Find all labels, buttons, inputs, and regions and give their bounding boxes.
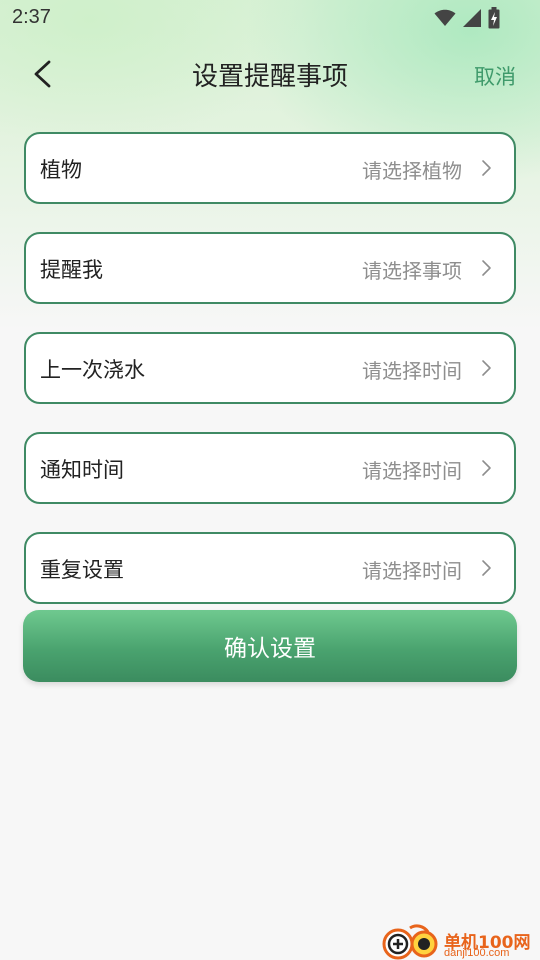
remind-me-selector[interactable]: 提醒我 请选择事项 xyxy=(24,232,516,304)
last-watering-label: 上一次浇水 xyxy=(40,358,145,382)
notify-time-value: 请选择时间 xyxy=(362,459,462,483)
last-watering-selector[interactable]: 上一次浇水 请选择时间 xyxy=(24,332,516,404)
confirm-settings-button[interactable]: 确认设置 xyxy=(23,610,517,682)
repeat-setting-label: 重复设置 xyxy=(40,558,124,582)
chevron-right-icon xyxy=(482,560,491,576)
battery-charging-icon xyxy=(488,7,500,29)
plant-value: 请选择植物 xyxy=(362,159,462,183)
last-watering-value: 请选择时间 xyxy=(362,359,462,383)
repeat-setting-selector[interactable]: 重复设置 请选择时间 xyxy=(24,532,516,604)
chevron-right-icon xyxy=(482,260,491,276)
notify-time-label: 通知时间 xyxy=(40,458,124,482)
navigation-bar: 设置提醒事项 取消 xyxy=(0,44,540,104)
notify-time-selector[interactable]: 通知时间 请选择时间 xyxy=(24,432,516,504)
signal-icon xyxy=(463,9,481,27)
cancel-button[interactable]: 取消 xyxy=(474,61,516,91)
wifi-icon xyxy=(434,9,456,26)
page-title: 设置提醒事项 xyxy=(191,62,348,92)
remind-me-value: 请选择事项 xyxy=(362,259,462,283)
repeat-setting-value: 请选择时间 xyxy=(362,559,462,583)
remind-me-label: 提醒我 xyxy=(40,258,103,282)
plant-label: 植物 xyxy=(40,158,82,182)
plant-selector[interactable]: 植物 请选择植物 xyxy=(24,132,516,204)
chevron-right-icon xyxy=(482,160,491,176)
chevron-right-icon xyxy=(482,460,491,476)
status-time: 2:37 xyxy=(12,6,51,28)
watermark-text-en: danji100.com xyxy=(444,947,510,959)
watermark: 单机100网 danji100.com xyxy=(380,914,532,960)
watermark-logo-icon xyxy=(382,924,438,960)
confirm-settings-label: 确认设置 xyxy=(224,636,316,662)
reminder-form: 植物 请选择植物 提醒我 请选择事项 上一次浇水 请选择时间 通知时间 请选择时… xyxy=(24,132,516,632)
status-bar: 2:37 xyxy=(0,0,540,36)
chevron-right-icon xyxy=(482,360,491,376)
status-icons xyxy=(434,7,500,29)
